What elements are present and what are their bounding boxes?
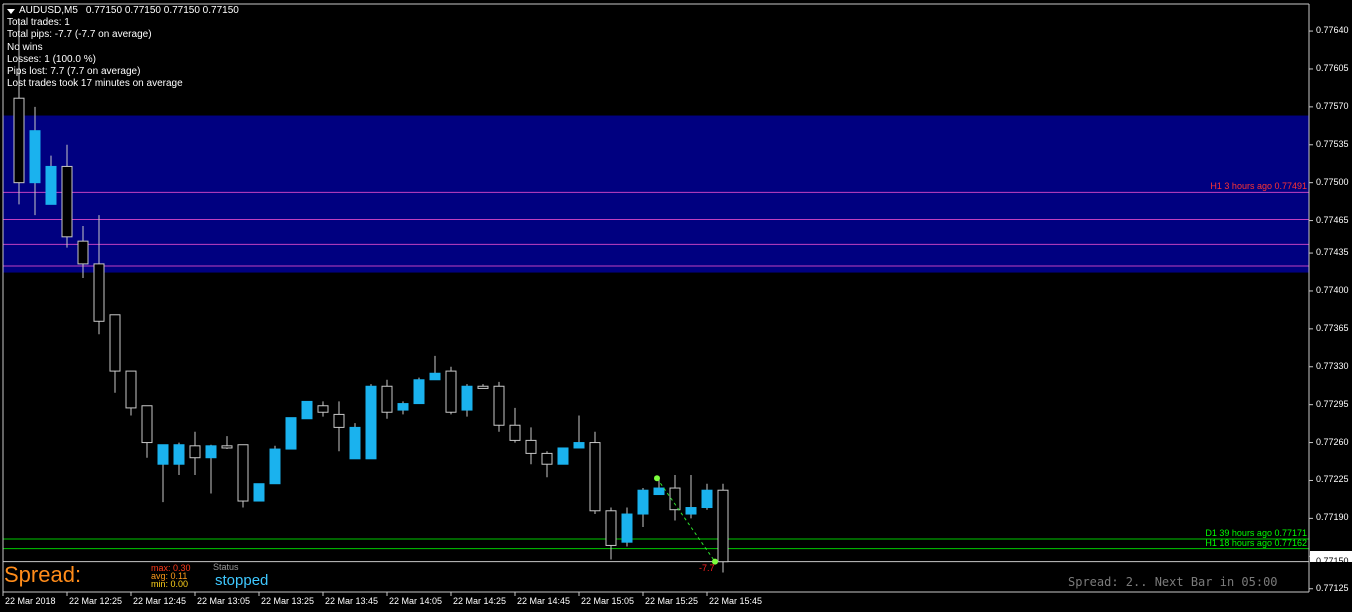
supply-demand-zone bbox=[3, 115, 1309, 273]
stat-lost-duration: Lost trades took 17 minutes on average bbox=[7, 78, 183, 90]
time-tick-label: 22 Mar 13:05 bbox=[197, 596, 251, 606]
candle-body bbox=[173, 444, 185, 465]
price-tick-label: 0.77435 bbox=[1316, 247, 1349, 258]
candle-body bbox=[461, 385, 473, 411]
candle-body bbox=[653, 487, 665, 496]
time-tick-label: 22 Mar 13:45 bbox=[325, 596, 379, 606]
candle-body bbox=[429, 372, 441, 381]
price-tick-label: 0.77295 bbox=[1316, 398, 1349, 409]
candle-body bbox=[621, 513, 633, 543]
candle-body bbox=[637, 489, 649, 515]
candle-body bbox=[189, 445, 201, 459]
candle-body bbox=[109, 314, 121, 372]
trade-stats-panel: AUDUSD,M5 0.77150 0.77150 0.77150 0.7715… bbox=[7, 5, 239, 90]
stat-total-pips: Total pips: -7.7 (-7.7 on average) bbox=[7, 29, 152, 41]
price-tick-label: 0.77640 bbox=[1316, 25, 1349, 36]
price-tick-label: 0.77465 bbox=[1316, 214, 1349, 225]
candle-body bbox=[221, 445, 233, 449]
price-tick-label: 0.77260 bbox=[1316, 436, 1349, 447]
level-label: D1 39 hours ago 0.77171 bbox=[1205, 527, 1307, 538]
spread-title: Spread: bbox=[4, 562, 82, 587]
candle-body bbox=[493, 385, 505, 426]
price-tick-label: 0.77535 bbox=[1316, 138, 1349, 149]
candle-body bbox=[717, 489, 729, 563]
level-label: H1 3 hours ago 0.77491 bbox=[1210, 181, 1307, 192]
time-tick-label: 22 Mar 14:25 bbox=[453, 596, 507, 606]
stat-wins: No wins bbox=[7, 41, 43, 53]
candle-body bbox=[157, 444, 169, 465]
level-label: H1 18 hours ago 0.77162 bbox=[1205, 537, 1307, 548]
candle-body bbox=[141, 405, 153, 444]
candle-body bbox=[365, 385, 377, 460]
price-tick-label: 0.77570 bbox=[1316, 100, 1349, 111]
ohlc-values: 0.77150 0.77150 0.77150 0.77150 bbox=[85, 5, 239, 16]
candle-body bbox=[317, 405, 329, 413]
price-tick-label: 0.77125 bbox=[1316, 582, 1349, 593]
trade-result-label: -7.7 bbox=[699, 563, 715, 573]
candle-body bbox=[397, 403, 409, 411]
price-tick-label: 0.77500 bbox=[1316, 176, 1349, 187]
candle-body bbox=[333, 413, 345, 428]
candle-body bbox=[13, 97, 25, 184]
symbol-header[interactable]: AUDUSD,M5 0.77150 0.77150 0.77150 0.7715… bbox=[7, 5, 239, 17]
candle-body bbox=[541, 452, 553, 465]
candle-body bbox=[573, 442, 585, 449]
current-price-label: 0.77150 bbox=[1316, 555, 1349, 566]
price-tick-label: 0.77225 bbox=[1316, 474, 1349, 485]
candle-body bbox=[93, 263, 105, 322]
time-tick-label: 22 Mar 14:45 bbox=[517, 596, 571, 606]
stat-total-trades: Total trades: 1 bbox=[7, 17, 70, 29]
candle-body bbox=[269, 448, 281, 485]
candle-body bbox=[413, 379, 425, 405]
time-tick-label: 22 Mar 13:25 bbox=[261, 596, 315, 606]
candle-body bbox=[477, 385, 489, 389]
stat-pips-lost: Pips lost: 7.7 (7.7 on average) bbox=[7, 66, 141, 78]
price-tick-label: 0.77190 bbox=[1316, 512, 1349, 523]
time-tick-label: 22 Mar 12:45 bbox=[133, 596, 187, 606]
price-tick-label: 0.77330 bbox=[1316, 360, 1349, 371]
candle-body bbox=[77, 240, 89, 265]
candle-body bbox=[61, 165, 73, 238]
candle-body bbox=[125, 370, 137, 409]
price-tick-label: 0.77605 bbox=[1316, 62, 1349, 73]
spread-min: min: 0.00 bbox=[151, 579, 189, 589]
time-tick-label: 22 Mar 15:45 bbox=[709, 596, 763, 606]
trade-entry-marker bbox=[654, 475, 660, 482]
candle-body bbox=[445, 370, 457, 413]
candle-body bbox=[701, 489, 713, 509]
candle-body bbox=[381, 385, 393, 413]
price-tick-label: 0.77400 bbox=[1316, 284, 1349, 295]
time-tick-label: 22 Mar 2018 bbox=[5, 596, 56, 606]
candle-body bbox=[525, 439, 537, 454]
symbol-name: AUDUSD,M5 bbox=[19, 5, 78, 16]
time-tick-label: 22 Mar 12:25 bbox=[69, 596, 123, 606]
price-chart[interactable] bbox=[0, 0, 1352, 612]
stat-losses: Losses: 1 (100.0 %) bbox=[7, 53, 96, 65]
candle-body bbox=[285, 417, 297, 450]
time-tick-label: 22 Mar 15:05 bbox=[581, 596, 635, 606]
candle-body bbox=[253, 483, 265, 502]
candle-body bbox=[45, 165, 57, 205]
candle-body bbox=[509, 424, 521, 441]
time-tick-label: 22 Mar 14:05 bbox=[389, 596, 443, 606]
candle-body bbox=[349, 426, 361, 460]
candle-body bbox=[205, 445, 217, 459]
status-value: stopped bbox=[215, 572, 269, 589]
price-tick-label: 0.77365 bbox=[1316, 322, 1349, 333]
time-tick-label: 22 Mar 15:25 bbox=[645, 596, 699, 606]
dropdown-triangle-icon[interactable] bbox=[7, 8, 15, 14]
candle-body bbox=[301, 400, 313, 420]
candle-body bbox=[237, 444, 249, 502]
candle-body bbox=[685, 507, 697, 515]
candle-body bbox=[605, 510, 617, 546]
status-label: Status bbox=[213, 562, 239, 572]
candle-body bbox=[589, 442, 601, 512]
spread-next-bar: Spread: 2.. Next Bar in 05:00 bbox=[1068, 575, 1278, 589]
candle-body bbox=[29, 130, 41, 184]
candle-body bbox=[557, 447, 569, 465]
